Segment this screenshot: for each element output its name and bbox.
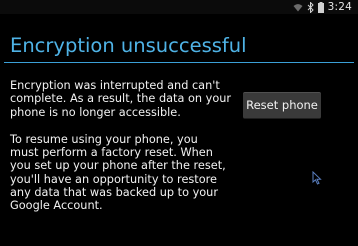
message-line: Google Account. bbox=[10, 199, 103, 213]
message-line: Encryption was interrupted and can't bbox=[10, 79, 220, 92]
status-icons: 3:24 bbox=[293, 1, 352, 13]
page-title: Encryption unsuccessful bbox=[10, 34, 247, 57]
status-bar: 3:24 bbox=[0, 0, 358, 14]
reset-phone-button[interactable]: Reset phone bbox=[243, 92, 321, 119]
message-line: must perform a factory reset. When bbox=[10, 146, 213, 160]
message-paragraph-1: Encryption was interrupted and can't com… bbox=[10, 79, 235, 119]
error-message: Encryption was interrupted and can't com… bbox=[10, 79, 235, 213]
battery-icon bbox=[317, 1, 324, 13]
wifi-icon bbox=[293, 3, 303, 12]
message-line: To resume using your phone, you bbox=[10, 132, 198, 146]
message-line: any data that was backed up to your bbox=[10, 186, 218, 200]
bluetooth-icon bbox=[307, 1, 314, 13]
message-line: phone is no longer accessible. bbox=[10, 105, 181, 119]
status-clock: 3:24 bbox=[327, 1, 352, 13]
message-line: complete. As a result, the data on your bbox=[10, 92, 232, 106]
message-line: you'll have an opportunity to restore bbox=[10, 172, 217, 186]
mouse-cursor-icon bbox=[312, 170, 322, 185]
title-divider bbox=[4, 62, 354, 63]
message-paragraph-2: To resume using your phone, you must per… bbox=[10, 133, 235, 213]
message-line: you set up your phone after the reset, bbox=[10, 159, 226, 173]
